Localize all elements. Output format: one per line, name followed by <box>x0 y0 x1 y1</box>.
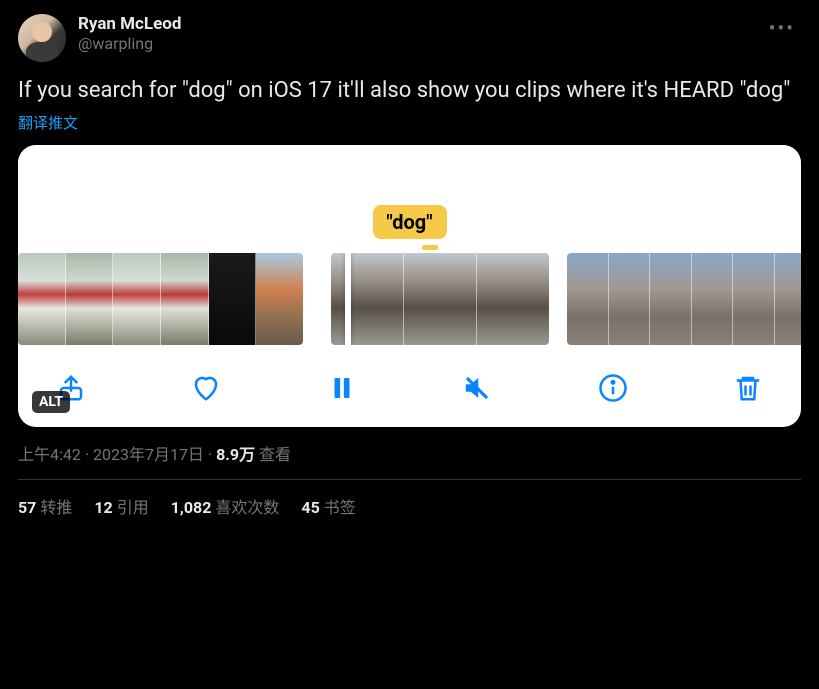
likes-stat[interactable]: 1,082喜欢次数 <box>171 494 280 518</box>
info-icon[interactable] <box>596 371 630 405</box>
clip-frame <box>113 253 161 345</box>
more-icon[interactable]: ••• <box>763 14 801 42</box>
display-name: Ryan McLeod <box>78 14 751 34</box>
translate-link[interactable]: 翻译推文 <box>18 112 78 133</box>
clip-frame <box>18 253 66 345</box>
media-toolbar <box>18 353 801 427</box>
video-timeline[interactable] <box>18 223 801 353</box>
playhead[interactable] <box>345 253 351 345</box>
heart-icon[interactable] <box>189 371 223 405</box>
handle: @warpling <box>78 34 751 53</box>
views-label: 查看 <box>259 445 291 464</box>
author-block[interactable]: Ryan McLeod @warpling <box>78 14 751 54</box>
clip-frame <box>404 253 477 345</box>
clip-frame <box>209 253 257 345</box>
trash-icon[interactable] <box>731 371 765 405</box>
avatar[interactable] <box>18 14 66 62</box>
tweet-text: If you search for "dog" on iOS 17 it'll … <box>18 76 801 106</box>
media-header: "dog" <box>18 145 801 223</box>
mute-icon[interactable] <box>460 371 494 405</box>
clip-frame <box>692 253 734 345</box>
clip-group-1[interactable] <box>18 253 303 345</box>
tweet-date[interactable]: 2023年7月17日 <box>93 445 204 464</box>
clip-group-3[interactable] <box>567 253 801 345</box>
tweet-time[interactable]: 上午4:42 <box>18 445 81 464</box>
clip-frame <box>650 253 692 345</box>
clip-frame <box>161 253 209 345</box>
clip-group-2[interactable] <box>331 253 549 345</box>
tweet-container: Ryan McLeod @warpling ••• If you search … <box>0 0 819 532</box>
tweet-stats: 57转推 12引用 1,082喜欢次数 45书签 <box>18 480 801 532</box>
search-term-badge: "dog" <box>372 205 446 239</box>
clip-frame <box>256 253 303 345</box>
alt-badge[interactable]: ALT <box>32 391 70 413</box>
clip-frame <box>733 253 775 345</box>
clip-frame <box>609 253 651 345</box>
tweet-meta: 上午4:42 · 2023年7月17日 · 8.9万 查看 <box>18 441 801 480</box>
media-card[interactable]: "dog" <box>18 145 801 427</box>
retweets-stat[interactable]: 57转推 <box>18 494 72 518</box>
clip-frame <box>331 253 404 345</box>
bookmarks-stat[interactable]: 45书签 <box>301 494 355 518</box>
quotes-stat[interactable]: 12引用 <box>94 494 148 518</box>
clip-frame <box>477 253 549 345</box>
clip-frame <box>567 253 609 345</box>
timeline-marker <box>422 245 438 250</box>
clip-frame <box>66 253 114 345</box>
clip-frame <box>775 253 802 345</box>
views-count: 8.9万 <box>216 445 255 464</box>
pause-icon[interactable] <box>325 371 359 405</box>
tweet-header: Ryan McLeod @warpling ••• <box>18 14 801 62</box>
